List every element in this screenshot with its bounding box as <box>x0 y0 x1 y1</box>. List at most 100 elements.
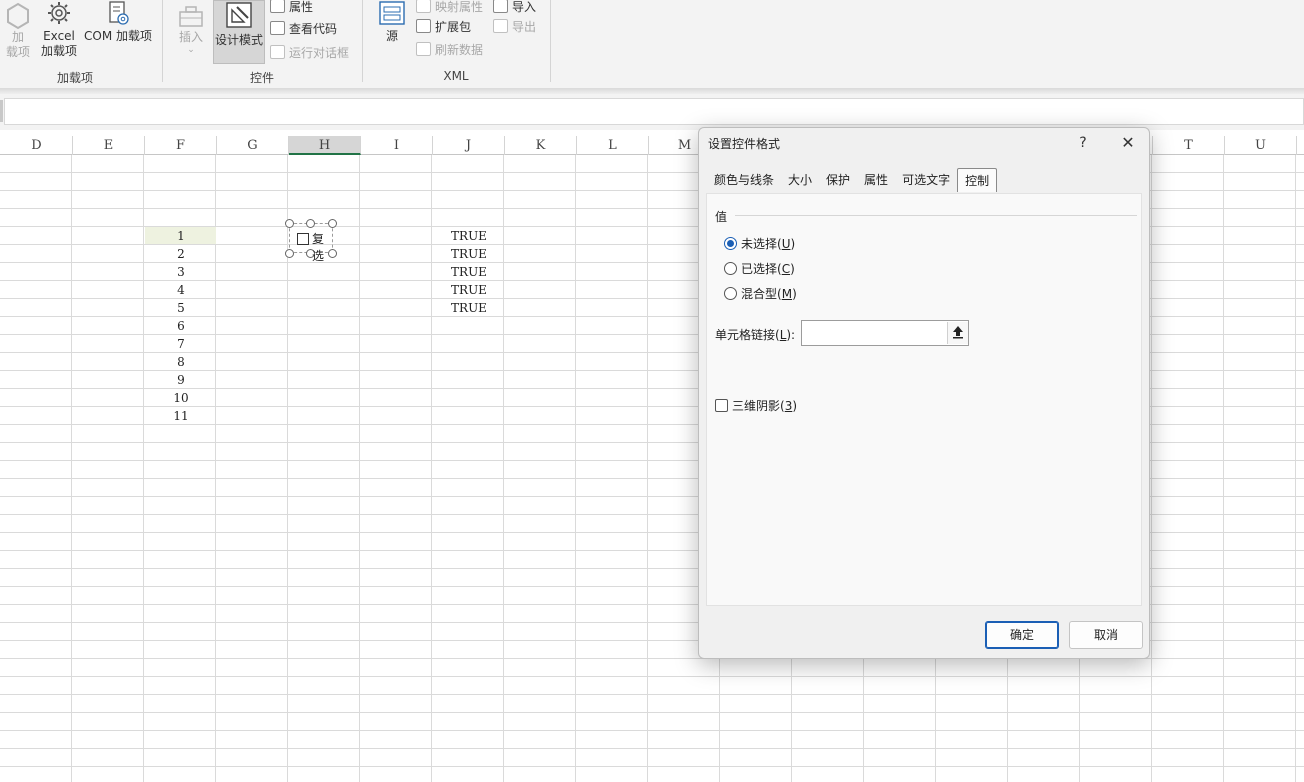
export-icon <box>493 19 508 33</box>
refresh-data-label: 刷新数据 <box>435 42 484 57</box>
cancel-button[interactable]: 取消 <box>1069 621 1143 649</box>
format-control-dialog: 设置控件格式 ? ✕ 颜色与线条 大小 保护 属性 可选文字 控制 值 未选择(… <box>698 127 1150 659</box>
column-header-g[interactable]: G <box>217 136 289 155</box>
properties-button[interactable]: 属性 <box>270 0 313 16</box>
ribbon-separator <box>550 0 551 82</box>
cell-f-value[interactable]: 11 <box>145 407 217 425</box>
column-header-t[interactable]: T <box>1153 136 1225 155</box>
tab-protection[interactable]: 保护 <box>819 168 857 192</box>
addins-group-label: 加载项 <box>56 71 93 85</box>
refresh-data-icon <box>416 42 431 56</box>
view-code-icon <box>270 21 285 35</box>
cell-f-value[interactable]: 1 <box>145 227 217 245</box>
3d-shading-label: 三维阴影(3) <box>732 398 798 413</box>
com-addins-button[interactable]: COM 加载项 <box>82 0 154 44</box>
export-label: 导出 <box>512 19 537 34</box>
import-button[interactable]: 导入 <box>493 0 536 16</box>
resize-handle[interactable] <box>306 219 315 228</box>
3d-shading-option[interactable]: 三维阴影(3) <box>715 397 797 413</box>
column-header-d[interactable]: D <box>1 136 73 155</box>
dialog-titlebar[interactable]: 设置控件格式 ? ✕ <box>699 128 1149 158</box>
formula-bar-grip[interactable] <box>0 100 3 122</box>
insert-control-button[interactable]: 插入 ⌄ <box>172 2 210 55</box>
cell-j-value[interactable]: TRUE <box>433 227 505 245</box>
cell-f-value[interactable]: 8 <box>145 353 217 371</box>
resize-handle[interactable] <box>285 219 294 228</box>
radio-checked[interactable]: 已选择(C) <box>724 259 795 277</box>
tab-alt-text[interactable]: 可选文字 <box>895 168 957 192</box>
view-code-button[interactable]: 查看代码 <box>270 18 337 38</box>
design-mode-icon <box>226 2 252 28</box>
range-picker-icon[interactable] <box>947 322 968 344</box>
xml-group-label: XML <box>443 69 469 83</box>
com-addins-icon <box>109 1 129 25</box>
cell-f-value[interactable]: 5 <box>145 299 217 317</box>
3d-shading-checkbox[interactable] <box>715 398 728 412</box>
addin-icon <box>7 2 29 30</box>
radio-button[interactable] <box>724 261 737 275</box>
design-mode-label: 设计模式 <box>214 33 263 47</box>
column-header-u[interactable]: U <box>1225 136 1297 155</box>
xml-source-button[interactable]: 源 <box>374 0 410 44</box>
cell-f-value[interactable]: 10 <box>145 389 217 407</box>
radio-unchecked[interactable]: 未选择(U) <box>724 234 795 252</box>
radio-unchecked-label: 未选择(U) <box>741 236 796 251</box>
excel-addins-button[interactable]: Excel 加载项 <box>38 0 80 59</box>
ok-button[interactable]: 确定 <box>985 621 1059 649</box>
cell-j-value[interactable]: TRUE <box>433 299 505 317</box>
expansion-pack-button[interactable]: 扩展包 <box>416 16 471 36</box>
column-header-k[interactable]: K <box>505 136 577 155</box>
cell-j-value[interactable]: TRUE <box>433 263 505 281</box>
column-header-l[interactable]: L <box>577 136 649 155</box>
cell-f-value[interactable]: 6 <box>145 317 217 335</box>
radio-mixed[interactable]: 混合型(M) <box>724 284 797 302</box>
cell-f-value[interactable]: 7 <box>145 335 217 353</box>
formula-input[interactable] <box>4 98 1304 125</box>
addin-button[interactable]: 加 载项 <box>2 2 34 60</box>
column-header-e[interactable]: E <box>73 136 145 155</box>
run-dialog-button[interactable]: 运行对话框 <box>270 42 349 62</box>
ribbon: 加 载项 Excel 加载项 COM 加载项 加载项 插入 ⌄ 设计模式 属性 … <box>0 0 1304 88</box>
close-icon[interactable]: ✕ <box>1115 132 1141 154</box>
resize-handle[interactable] <box>285 249 294 258</box>
cell-f-value[interactable]: 3 <box>145 263 217 281</box>
cell-f-value[interactable]: 4 <box>145 281 217 299</box>
column-header-i[interactable]: I <box>361 136 433 155</box>
column-header-h[interactable]: H <box>289 136 361 155</box>
tab-control[interactable]: 控制 <box>957 168 998 192</box>
resize-handle[interactable] <box>328 219 337 228</box>
controls-group-label: 控件 <box>249 71 274 85</box>
run-dialog-label: 运行对话框 <box>289 45 350 60</box>
expansion-pack-icon <box>416 19 431 33</box>
import-label: 导入 <box>512 0 537 14</box>
properties-icon <box>270 0 285 13</box>
toolbox-icon <box>179 6 203 27</box>
refresh-data-button[interactable]: 刷新数据 <box>416 39 483 59</box>
map-properties-button[interactable]: 映射属性 <box>416 0 483 16</box>
cell-f-value[interactable]: 9 <box>145 371 217 389</box>
column-header-j[interactable]: J <box>433 136 505 155</box>
cell-j-value[interactable]: TRUE <box>433 281 505 299</box>
formula-bar-area <box>0 94 1304 130</box>
column-header-f[interactable]: F <box>145 136 217 155</box>
radio-button-selected[interactable] <box>724 236 737 250</box>
radio-checked-label: 已选择(C) <box>741 261 795 276</box>
help-icon[interactable]: ? <box>1071 132 1095 154</box>
checkbox-box[interactable] <box>297 233 309 245</box>
radio-button[interactable] <box>724 286 737 300</box>
export-button[interactable]: 导出 <box>493 16 536 36</box>
value-section-label: 值 <box>715 210 728 224</box>
cell-j-value[interactable]: TRUE <box>433 245 505 263</box>
map-properties-icon <box>416 0 431 13</box>
addin-label: 加 载项 <box>5 30 30 59</box>
tab-colors-lines[interactable]: 颜色与线条 <box>707 168 781 192</box>
ribbon-separator <box>362 0 363 82</box>
tab-size[interactable]: 大小 <box>781 168 819 192</box>
cell-f-value[interactable]: 2 <box>145 245 217 263</box>
chevron-down-icon: ⌄ <box>187 45 195 55</box>
checkbox-form-control[interactable]: 复选 <box>285 219 337 263</box>
design-mode-button[interactable]: 设计模式 <box>213 0 265 64</box>
cell-link-input[interactable] <box>801 320 969 346</box>
control-tab-panel: 值 未选择(U) 已选择(C) 混合型(M) 单元格链接(L): 三维阴影(3) <box>706 193 1142 606</box>
tab-properties[interactable]: 属性 <box>857 168 895 192</box>
